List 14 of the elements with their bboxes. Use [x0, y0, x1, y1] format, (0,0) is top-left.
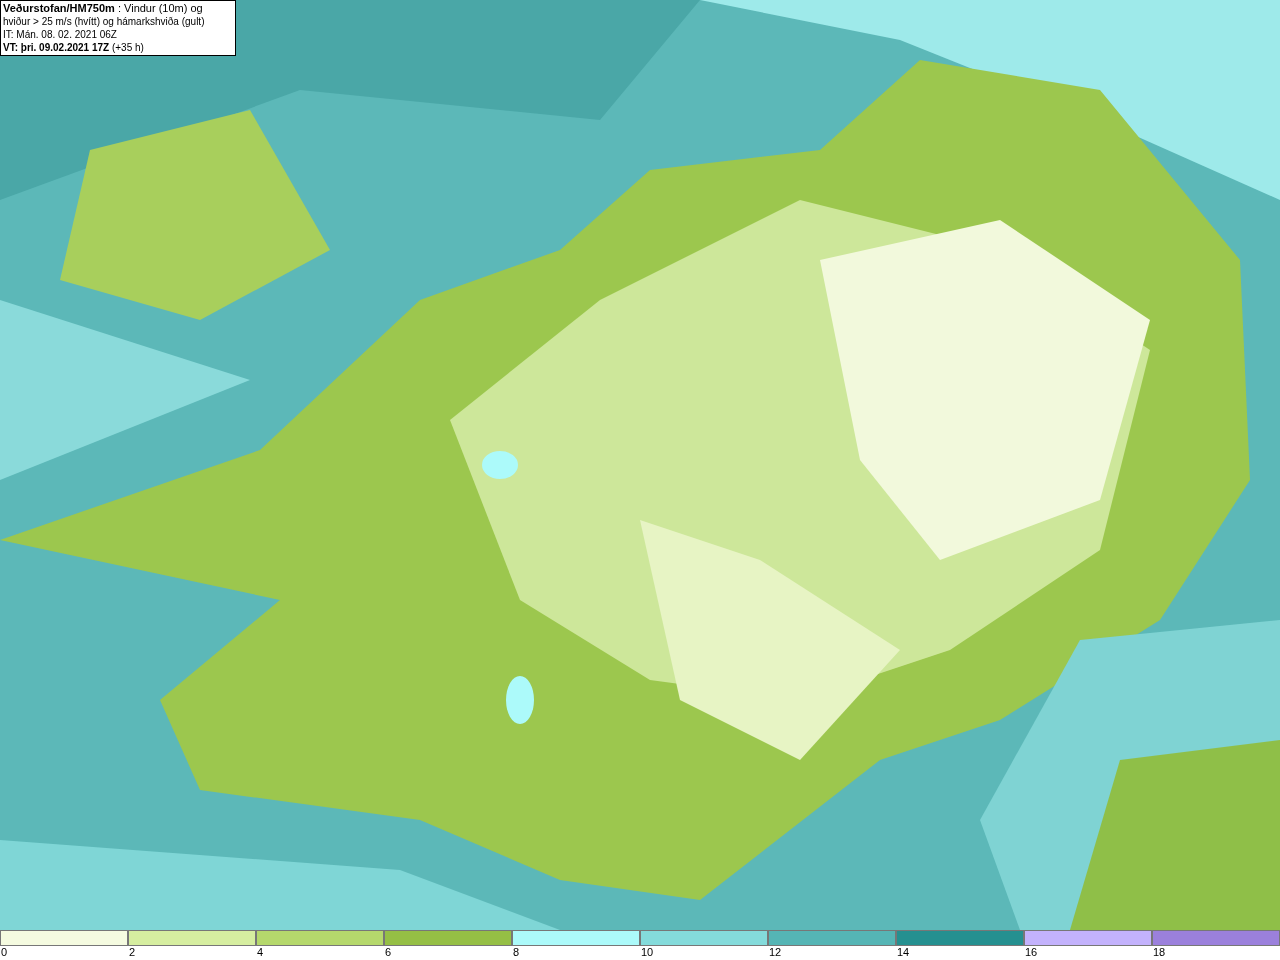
legend-label: 12	[768, 946, 782, 959]
legend-label: 16	[1024, 946, 1038, 959]
legend-label: 2	[128, 946, 136, 959]
title-line: hviður > 25 m/s (hvítt) og hámarkshviða (gult)	[3, 15, 206, 28]
legend-label: 18	[1152, 946, 1166, 959]
legend-label: 10	[640, 946, 654, 959]
title-line: Veðurstofan/HM750m : Vindur (10m) og	[3, 2, 204, 15]
legend-label: 8	[512, 946, 520, 959]
legend-label: 14	[896, 946, 910, 959]
title-line: IT: Mán. 08. 02. 2021 06Z	[3, 28, 118, 41]
legend-label: 4	[256, 946, 264, 959]
legend-label: 0	[0, 946, 8, 959]
title-line: VT: þri. 09.02.2021 17Z (+35 h)	[3, 41, 145, 54]
legend-label: 6	[384, 946, 392, 959]
